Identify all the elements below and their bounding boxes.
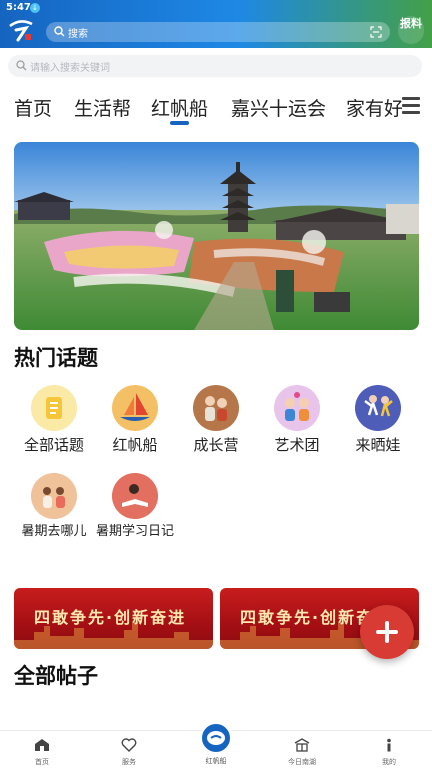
nav-label: 红帆船 <box>205 757 227 765</box>
nav-label: 今日南湖 <box>288 758 316 766</box>
all-posts-heading-text: 全部帖子 <box>14 663 98 688</box>
show-baby-icon <box>355 385 401 431</box>
nav-today-nanhu[interactable]: 今日南湖 <box>272 737 332 767</box>
nav-label: 首页 <box>35 758 49 766</box>
nav-home[interactable]: 首页 <box>12 737 72 767</box>
topic-label: 红帆船 <box>112 436 158 454</box>
topic-red-sailboat[interactable]: 红帆船 <box>95 385 175 454</box>
topic-label: 来晒娃 <box>355 436 401 454</box>
topic-study-diary[interactable]: 暑期学习日记 <box>95 473 175 540</box>
app-logo[interactable] <box>6 16 36 44</box>
topic-label: 全部话题 <box>23 436 84 454</box>
report-button[interactable]: 报料 <box>398 16 424 44</box>
promo-text: 四敢争先·创新奋进 <box>34 608 187 627</box>
art-troupe-icon <box>274 385 320 431</box>
header-search-label: 搜索 <box>68 29 88 40</box>
topic-label: 暑期去哪儿 <box>21 524 87 539</box>
topic-label: 艺术团 <box>274 436 320 454</box>
home-icon <box>35 739 49 751</box>
top-header: 5:47 ↓ 搜索 报料 <box>0 0 432 48</box>
document-icon <box>31 385 77 431</box>
scan-icon[interactable] <box>370 26 382 38</box>
tab-life-help[interactable]: 生活帮 <box>74 94 131 121</box>
nav-label: 我的 <box>382 758 396 766</box>
download-status-icon: ↓ <box>30 3 40 13</box>
all-posts-heading: 全部帖子 <box>14 660 98 690</box>
sailboat-icon <box>112 385 158 431</box>
add-post-button[interactable] <box>360 605 414 659</box>
channel-tabs: 首页 生活帮 红帆船 嘉兴十运会 家有好 <box>0 88 432 128</box>
growth-camp-icon <box>193 385 239 431</box>
hot-topics-heading: 热门话题 <box>14 342 98 372</box>
search-icon <box>16 60 27 71</box>
tab-family[interactable]: 家有好 <box>346 94 403 121</box>
topic-all-topics[interactable]: 全部话题 <box>14 385 94 454</box>
topic-art-troupe[interactable]: 艺术团 <box>257 385 337 454</box>
tab-jiaxing-games[interactable]: 嘉兴十运会 <box>231 94 326 121</box>
tab-menu-icon[interactable] <box>402 97 420 115</box>
tab-red-sailboat[interactable]: 红帆船 <box>151 94 208 121</box>
info-icon <box>387 738 391 752</box>
header-search-bar[interactable]: 搜索 <box>46 22 390 42</box>
search-placeholder: 请输入搜索关键词 <box>30 63 110 74</box>
active-tab-indicator <box>170 121 189 125</box>
topic-summer-trip[interactable]: 暑期去哪儿 <box>14 473 94 540</box>
search-icon <box>54 26 65 37</box>
report-button-label: 报料 <box>400 17 422 30</box>
hero-banner-image[interactable] <box>14 142 419 330</box>
topic-label: 成长营 <box>193 436 239 454</box>
summer-trip-icon <box>31 473 77 519</box>
study-diary-icon <box>112 473 158 519</box>
search-input[interactable]: 请输入搜索关键词 <box>8 55 422 77</box>
nav-red-sailboat-button[interactable] <box>200 722 232 754</box>
tab-home[interactable]: 首页 <box>14 94 52 121</box>
building-icon <box>294 738 310 752</box>
sailboat-nav-icon <box>207 731 225 745</box>
promo-card-left[interactable]: 四敢争先·创新奋进 <box>14 588 213 649</box>
nav-label: 服务 <box>122 758 136 766</box>
topic-growth-camp[interactable]: 成长营 <box>176 385 256 454</box>
hot-topics-heading-text: 热门话题 <box>14 345 98 370</box>
topic-label: 暑期学习日记 <box>95 524 174 539</box>
heart-icon <box>121 738 137 752</box>
nav-mine[interactable]: 我的 <box>359 737 419 767</box>
nav-service[interactable]: 服务 <box>99 737 159 767</box>
topic-show-baby[interactable]: 来晒娃 <box>338 385 418 454</box>
status-time: 5:47 <box>6 2 31 13</box>
